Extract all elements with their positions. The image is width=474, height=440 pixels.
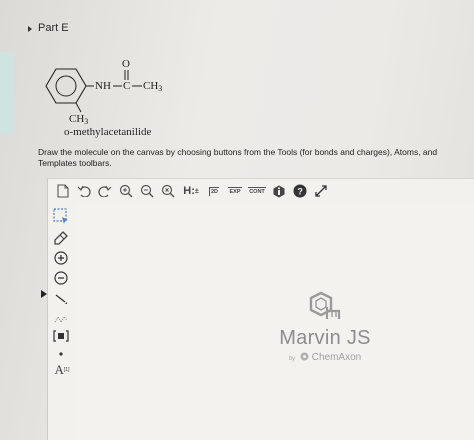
oxygen-label: O xyxy=(122,58,130,70)
chain-tool-icon[interactable] xyxy=(52,309,70,327)
atom-properties-button[interactable]: A [1] xyxy=(52,361,72,379)
clean-2d-button[interactable]: 2D xyxy=(205,182,223,200)
redo-icon[interactable] xyxy=(96,182,114,200)
hydrogen-sup: ± xyxy=(194,187,199,195)
svg-text:?: ? xyxy=(297,187,303,197)
hexagon-info-icon[interactable] xyxy=(270,182,288,200)
hydrogen-toggle-button[interactable]: H: ± xyxy=(180,182,202,200)
hydrogen-label: H: xyxy=(183,185,195,197)
watermark-company: ChemAxon xyxy=(311,352,362,363)
undo-icon[interactable] xyxy=(75,182,93,200)
left-toolbar: A [1] xyxy=(48,203,74,440)
new-document-icon[interactable] xyxy=(54,182,72,200)
collapse-caret-icon[interactable] xyxy=(28,26,32,32)
selection-tool-icon[interactable] xyxy=(52,207,70,225)
positive-charge-icon[interactable] xyxy=(52,249,70,267)
zoom-in-icon[interactable] xyxy=(117,182,135,200)
molecule-structure: NH C O CH3 CH3 xyxy=(45,58,162,126)
zoom-out-icon[interactable] xyxy=(138,182,156,200)
reaction-arrow-icon[interactable] xyxy=(52,327,70,345)
part-title: Part E xyxy=(38,22,69,34)
methyl-ortho-label: CH3 xyxy=(69,113,88,126)
atom-sup: [1] xyxy=(63,367,70,373)
contract-label: CONT xyxy=(248,186,266,195)
nh-label: NH xyxy=(95,80,111,92)
watermark-title: Marvin JS xyxy=(279,327,371,349)
instructions-text: Draw the molecule on the canvas by choos… xyxy=(38,147,438,168)
left-accent-bar xyxy=(0,52,14,134)
top-toolbar: H: ± 2D EXP CONT ? xyxy=(48,179,474,203)
marvin-logo-icon xyxy=(309,291,341,319)
methyl-right-label: CH3 xyxy=(143,80,162,93)
erase-tool-icon[interactable] xyxy=(52,229,70,247)
atom-label: A xyxy=(54,362,64,377)
clean-icon[interactable] xyxy=(159,182,177,200)
carbon-label: C xyxy=(123,80,130,92)
clean-2d-label: 2D xyxy=(208,186,220,196)
negative-charge-icon[interactable] xyxy=(52,269,70,287)
contract-button[interactable]: CONT xyxy=(247,182,267,200)
chemaxon-logo-icon xyxy=(300,352,309,361)
single-bond-icon[interactable] xyxy=(52,289,70,307)
mouse-cursor-icon xyxy=(41,290,47,298)
watermark-by: by xyxy=(288,356,296,362)
watermark-company-line: by ChemAxon xyxy=(265,352,385,363)
marvin-watermark: Marvin JS by ChemAxon xyxy=(265,291,385,363)
compound-name: o-methylacetanilide xyxy=(64,126,152,138)
marvin-editor: H: ± 2D EXP CONT ? A [1] Marvin JS by Ch… xyxy=(47,178,474,440)
expand-label: EXP xyxy=(228,186,242,195)
help-icon[interactable]: ? xyxy=(291,182,309,200)
fullscreen-icon[interactable] xyxy=(312,182,330,200)
drawing-canvas[interactable]: Marvin JS by ChemAxon xyxy=(75,203,474,440)
expand-button[interactable]: EXP xyxy=(226,182,244,200)
